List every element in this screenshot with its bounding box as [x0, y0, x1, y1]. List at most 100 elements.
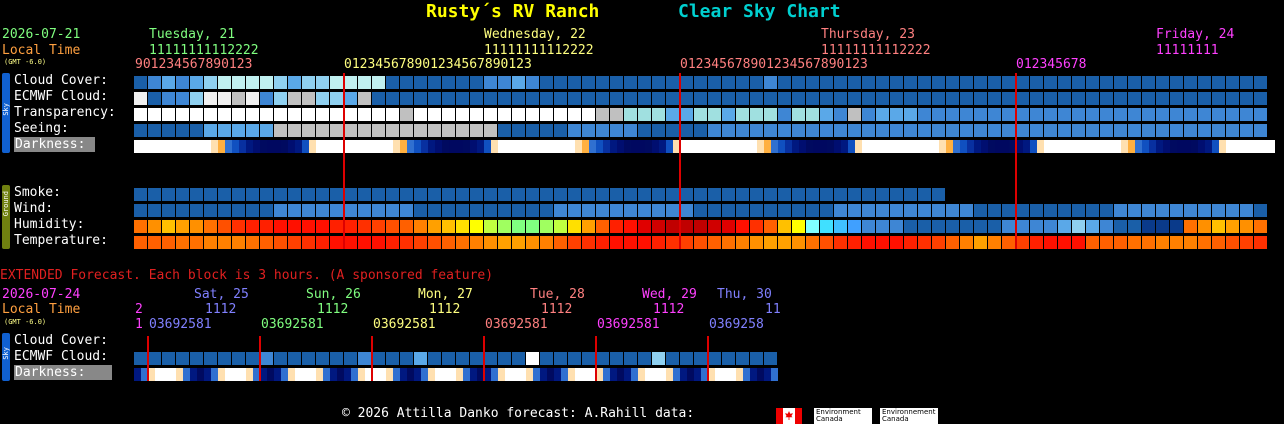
forecast-block[interactable] [400, 352, 413, 365]
forecast-block[interactable] [722, 236, 735, 249]
forecast-block[interactable] [1198, 220, 1211, 233]
forecast-block[interactable] [540, 204, 553, 217]
forecast-block[interactable] [1051, 140, 1058, 153]
forecast-block[interactable] [316, 236, 329, 249]
forecast-block[interactable] [778, 204, 791, 217]
forecast-block[interactable] [568, 108, 581, 121]
forecast-block[interactable] [792, 108, 805, 121]
forecast-block[interactable] [918, 140, 925, 153]
forecast-block[interactable] [470, 76, 483, 89]
forecast-block[interactable] [722, 220, 735, 233]
forecast-block[interactable] [484, 108, 497, 121]
forecast-block[interactable] [1254, 140, 1261, 153]
forecast-block[interactable] [512, 236, 525, 249]
forecast-block[interactable] [379, 368, 386, 381]
forecast-block[interactable] [239, 368, 246, 381]
forecast-block[interactable] [1254, 76, 1267, 89]
forecast-block[interactable] [365, 140, 372, 153]
forecast-block[interactable] [834, 92, 847, 105]
forecast-block[interactable] [484, 188, 497, 201]
forecast-block[interactable] [666, 124, 679, 137]
forecast-block[interactable] [890, 236, 903, 249]
forecast-block[interactable] [1030, 204, 1043, 217]
forecast-block[interactable] [428, 92, 441, 105]
forecast-block[interactable] [260, 352, 273, 365]
forecast-block[interactable] [400, 124, 413, 137]
forecast-block[interactable] [442, 140, 449, 153]
forecast-block[interactable] [974, 108, 987, 121]
forecast-block[interactable] [568, 368, 575, 381]
forecast-block[interactable] [694, 108, 707, 121]
forecast-block[interactable] [1233, 140, 1240, 153]
forecast-block[interactable] [575, 140, 582, 153]
forecast-block[interactable] [1149, 140, 1156, 153]
forecast-block[interactable] [1226, 92, 1239, 105]
forecast-block[interactable] [148, 124, 161, 137]
forecast-block[interactable] [239, 140, 246, 153]
forecast-block[interactable] [932, 92, 945, 105]
forecast-block[interactable] [1226, 236, 1239, 249]
forecast-block[interactable] [932, 204, 945, 217]
forecast-block[interactable] [1226, 108, 1239, 121]
forecast-block[interactable] [960, 124, 973, 137]
forecast-block[interactable] [512, 188, 525, 201]
forecast-block[interactable] [498, 352, 511, 365]
forecast-block[interactable] [904, 236, 917, 249]
forecast-block[interactable] [575, 368, 582, 381]
forecast-block[interactable] [407, 140, 414, 153]
forecast-block[interactable] [267, 140, 274, 153]
forecast-block[interactable] [568, 352, 581, 365]
forecast-block[interactable] [372, 124, 385, 137]
forecast-block[interactable] [610, 368, 617, 381]
forecast-block[interactable] [414, 188, 427, 201]
forecast-block[interactable] [204, 236, 217, 249]
forecast-block[interactable] [498, 236, 511, 249]
forecast-block[interactable] [890, 188, 903, 201]
forecast-block[interactable] [1240, 220, 1253, 233]
forecast-block[interactable] [526, 236, 539, 249]
forecast-block[interactable] [288, 204, 301, 217]
forecast-block[interactable] [946, 204, 959, 217]
forecast-block[interactable] [386, 352, 399, 365]
forecast-block[interactable] [484, 352, 497, 365]
forecast-block[interactable] [260, 140, 267, 153]
forecast-block[interactable] [876, 220, 889, 233]
forecast-block[interactable] [162, 188, 175, 201]
forecast-block[interactable] [764, 124, 777, 137]
forecast-block[interactable] [330, 236, 343, 249]
forecast-block[interactable] [330, 188, 343, 201]
forecast-block[interactable] [302, 368, 309, 381]
forecast-block[interactable] [876, 92, 889, 105]
forecast-block[interactable] [358, 108, 371, 121]
forecast-block[interactable] [1156, 92, 1169, 105]
forecast-block[interactable] [274, 76, 287, 89]
forecast-block[interactable] [512, 76, 525, 89]
forecast-block[interactable] [1212, 124, 1225, 137]
forecast-block[interactable] [386, 92, 399, 105]
forecast-block[interactable] [274, 352, 287, 365]
forecast-block[interactable] [344, 76, 357, 89]
forecast-block[interactable] [1044, 92, 1057, 105]
forecast-block[interactable] [561, 140, 568, 153]
forecast-block[interactable] [736, 204, 749, 217]
forecast-block[interactable] [848, 92, 861, 105]
forecast-block[interactable] [1072, 92, 1085, 105]
forecast-block[interactable] [554, 204, 567, 217]
forecast-block[interactable] [260, 204, 273, 217]
forecast-block[interactable] [582, 236, 595, 249]
forecast-block[interactable] [414, 76, 427, 89]
forecast-block[interactable] [477, 140, 484, 153]
forecast-block[interactable] [680, 92, 693, 105]
forecast-block[interactable] [680, 124, 693, 137]
forecast-block[interactable] [554, 352, 567, 365]
forecast-block[interactable] [911, 140, 918, 153]
forecast-block[interactable] [904, 140, 911, 153]
forecast-block[interactable] [134, 368, 141, 381]
forecast-block[interactable] [708, 92, 721, 105]
forecast-block[interactable] [1100, 220, 1113, 233]
forecast-block[interactable] [596, 140, 603, 153]
forecast-block[interactable] [470, 220, 483, 233]
forecast-block[interactable] [568, 76, 581, 89]
forecast-block[interactable] [505, 140, 512, 153]
forecast-block[interactable] [645, 140, 652, 153]
